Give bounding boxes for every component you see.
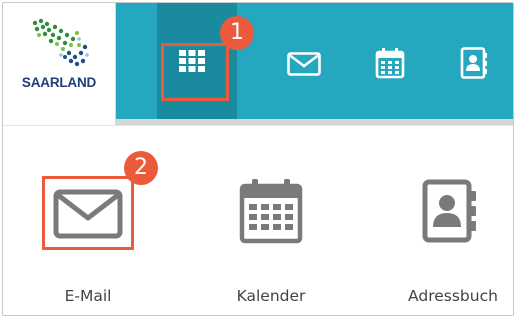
app-label-calendar: Kalender: [236, 287, 306, 305]
app-window: SAARLAND E-Mail Kalender Adressbuch 1 2: [2, 2, 514, 316]
highlight-box-apps: [161, 43, 229, 101]
app-label-email: E-Mail: [64, 287, 112, 305]
app-label-address-book: Adressbuch: [408, 287, 498, 305]
mail-icon[interactable]: [287, 52, 321, 76]
logo-text: SAARLAND: [21, 75, 97, 90]
saarland-map-logo: [32, 18, 89, 67]
panel-divider: [3, 125, 513, 126]
calendar-icon[interactable]: [375, 47, 405, 79]
step-marker-1: 1: [220, 16, 254, 50]
top-toolbar: SAARLAND: [3, 3, 513, 119]
step-marker-2: 2: [124, 151, 158, 185]
address-book-icon: [422, 179, 476, 243]
calendar-icon: [239, 179, 303, 244]
highlight-box-email: [42, 176, 134, 250]
logo[interactable]: SAARLAND: [3, 3, 116, 119]
address-book-icon[interactable]: [459, 47, 489, 79]
